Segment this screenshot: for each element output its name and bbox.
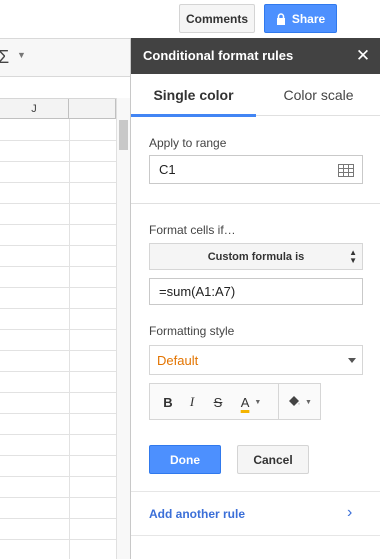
grid-row-line (0, 245, 116, 246)
grid-row-line (0, 140, 116, 141)
conditional-format-panel: Conditional format rules ✕ Single color … (130, 38, 380, 559)
spreadsheet-grid[interactable] (0, 119, 116, 559)
functions-icon[interactable]: Σ (0, 47, 9, 68)
grid-row-line (0, 161, 116, 162)
grid-row-line (0, 413, 116, 414)
grid-row-line (0, 371, 116, 372)
select-range-icon[interactable] (338, 164, 354, 177)
text-color-icon: A (240, 394, 250, 410)
bold-button[interactable]: B (158, 390, 178, 414)
grid-row-line (0, 308, 116, 309)
section-divider (131, 203, 380, 204)
paint-bucket-icon (289, 396, 300, 406)
style-select[interactable]: Default (149, 345, 363, 375)
formula-input[interactable]: =sum(A1:A7) (149, 278, 363, 305)
scrollbar-thumb[interactable] (119, 120, 128, 150)
grid-row-line (0, 287, 116, 288)
share-button-label: Share (291, 11, 326, 26)
cancel-button-label: Cancel (253, 452, 293, 467)
formatting-style-label: Formatting style (149, 324, 235, 338)
comments-button[interactable]: Comments (179, 4, 255, 33)
panel-tabs: Single color Color scale (131, 74, 380, 117)
top-bar: Comments Share (0, 0, 380, 38)
grid-row-line (0, 392, 116, 393)
tab-single-color[interactable]: Single color (131, 74, 256, 117)
panel-header: Conditional format rules ✕ (131, 38, 380, 74)
format-toolbar: B I S A ▼ ▼ (149, 383, 321, 420)
grid-row-line (0, 518, 116, 519)
add-another-rule-button[interactable]: Add another rule › (131, 491, 380, 536)
grid-row-line (0, 497, 116, 498)
text-color-caret-icon: ▼ (254, 398, 262, 406)
apply-to-range-label: Apply to range (149, 136, 227, 150)
grid-row-line (0, 476, 116, 477)
updown-arrows-icon: ▲ ▼ (349, 248, 357, 265)
done-button[interactable]: Done (149, 445, 221, 474)
italic-button[interactable]: I (182, 390, 202, 414)
vertical-scrollbar[interactable] (116, 98, 130, 559)
grid-row-line (0, 266, 116, 267)
grid-row-line (0, 350, 116, 351)
grid-row-line (0, 182, 116, 183)
add-rule-label: Add another rule (149, 507, 246, 521)
done-button-label: Done (170, 452, 200, 467)
chevron-right-icon: › (347, 504, 353, 521)
grid-row-line (0, 224, 116, 225)
grid-column-line (69, 119, 70, 559)
grid-row-line (0, 329, 116, 330)
column-header-j[interactable]: J (0, 99, 69, 119)
fill-color-caret-icon: ▼ (305, 398, 312, 406)
text-color-button[interactable]: A ▼ (232, 390, 270, 414)
panel-title: Conditional format rules (143, 48, 294, 63)
grid-row-line (0, 455, 116, 456)
fill-color-button[interactable]: ▼ (282, 390, 316, 414)
range-input[interactable]: C1 (149, 155, 363, 184)
tab-color-scale[interactable]: Color scale (256, 74, 380, 116)
lock-icon (276, 12, 285, 25)
column-header-row: J (0, 98, 130, 119)
strikethrough-button[interactable]: S (208, 390, 228, 414)
sheet-toolbar: Σ ▼ (0, 38, 130, 77)
functions-dropdown-icon[interactable]: ▼ (17, 50, 26, 60)
condition-select[interactable]: Custom formula is ▲ ▼ (149, 243, 363, 270)
grid-row-line (0, 539, 116, 540)
cancel-button[interactable]: Cancel (237, 445, 309, 474)
style-select-value: Default (157, 352, 199, 368)
formula-input-value: =sum(A1:A7) (159, 284, 236, 299)
close-icon[interactable]: ✕ (354, 47, 372, 65)
grid-row-line (0, 434, 116, 435)
share-button[interactable]: Share (264, 4, 337, 33)
format-cells-label: Format cells if… (149, 223, 236, 237)
column-header-k[interactable] (69, 99, 116, 119)
condition-select-value: Custom formula is (207, 250, 305, 263)
toolbar-separator (278, 384, 279, 419)
grid-row-line (0, 203, 116, 204)
range-input-value: C1 (159, 162, 176, 177)
comments-button-label: Comments (185, 11, 248, 26)
chevron-down-icon (348, 358, 356, 363)
